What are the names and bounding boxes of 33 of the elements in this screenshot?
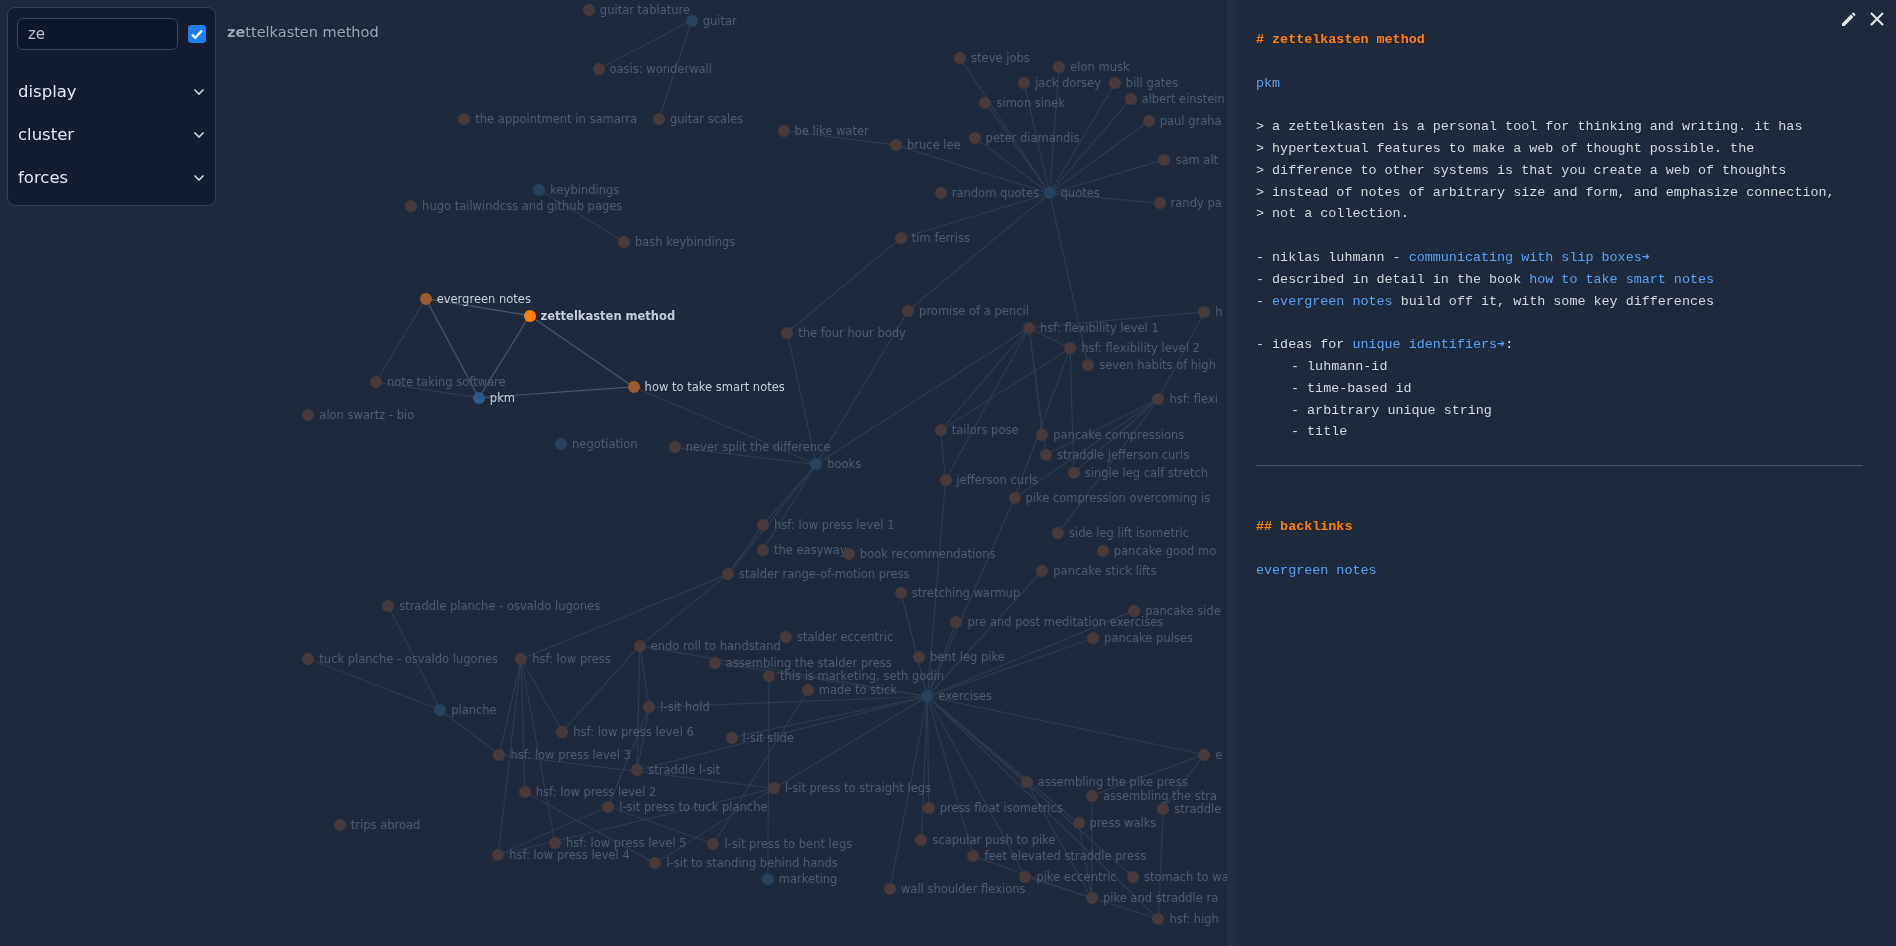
node-label: how to take smart notes: [644, 379, 785, 394]
note-text: - title: [1291, 423, 1349, 442]
note-link[interactable]: unique identifiers➔: [1352, 337, 1506, 353]
note-text: - described in detail in the book how to take smart notes: [1256, 270, 1716, 289]
note-text: > instead of notes of arbitrary size and form, and emphasize connection,: [1256, 183, 1836, 202]
note-text: - niklas luhmann - communicating with slip boxes➔: [1256, 248, 1651, 267]
note-link[interactable]: how to take smart notes: [1529, 271, 1715, 287]
section-label: display: [18, 82, 77, 101]
note-text: - arbitrary unique string: [1291, 401, 1493, 420]
note-text: > hypertextual features to make a web of thought possible. the: [1256, 140, 1756, 158]
note-heading: ## backlinks: [1256, 517, 1354, 536]
note-text: - time-based id: [1291, 379, 1413, 398]
note-link[interactable]: pkm: [1256, 72, 1863, 95]
section-label: cluster: [18, 125, 75, 144]
note-link[interactable]: evergreen notes: [1272, 293, 1393, 309]
node-label: zettelkasten method: [540, 308, 676, 323]
note-link[interactable]: communicating with slip boxes➔: [1408, 249, 1650, 265]
note-text: > not a collection.: [1256, 205, 1410, 224]
section-header[interactable]: display: [17, 70, 206, 113]
note-text: - evergreen notes build off it, with some key differences: [1256, 292, 1716, 311]
note-link[interactable]: evergreen notes: [1256, 559, 1863, 582]
note-heading: # zettelkasten method: [1256, 31, 1426, 49]
node-label: evergreen notes: [436, 291, 531, 306]
search-field[interactable]: ze: [17, 18, 178, 50]
note-text: > difference to other systems is that you create a web of thoughts: [1256, 161, 1788, 180]
node-label: pkm: [489, 390, 515, 405]
note-text: - ideas for unique identifiers➔:: [1256, 336, 1515, 355]
section-label: forces: [18, 168, 69, 187]
search-result[interactable]: zettelkasten method: [227, 24, 379, 40]
section-header[interactable]: forces: [17, 156, 206, 199]
note-text: - luhmann-id: [1291, 357, 1389, 376]
section-header[interactable]: cluster: [17, 113, 206, 156]
note-text: > a zettelkasten is a personal tool for thinking and writing. it has: [1256, 118, 1804, 137]
